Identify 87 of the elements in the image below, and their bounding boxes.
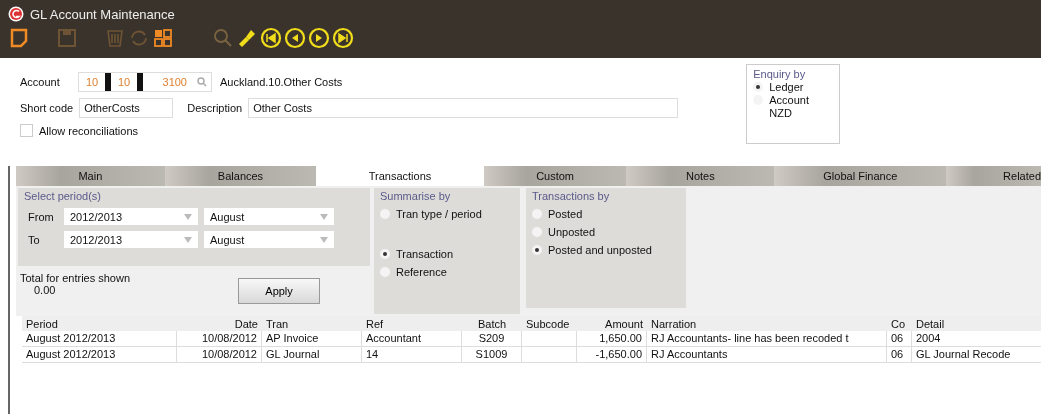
radio-button[interactable] — [532, 227, 542, 237]
group-title: Enquiry by — [753, 68, 807, 80]
last-record-icon[interactable] — [332, 27, 354, 49]
table-cell: S209 — [478, 332, 505, 344]
table-cell: 14 — [366, 348, 379, 360]
app-logo-icon — [8, 6, 24, 22]
radio-label: Unposted — [548, 226, 596, 238]
table-cell: 1,650.00 — [599, 332, 642, 344]
column-header[interactable]: Date — [177, 317, 262, 330]
account-label: Account — [20, 76, 61, 88]
column-header[interactable]: Batch — [462, 317, 522, 330]
table-cell: RJ Accountants- line has been recoded t — [651, 332, 849, 344]
radio-button[interactable] — [380, 249, 390, 259]
total-label: Total for entries shown — [20, 272, 131, 284]
column-header[interactable]: Tran — [262, 317, 362, 330]
month-dropdown[interactable]: August — [204, 231, 334, 248]
tab[interactable]: Related — [946, 166, 1041, 186]
group-title: Summarise by — [380, 190, 452, 202]
radio-button[interactable] — [380, 267, 390, 277]
tab[interactable]: Global Finance — [774, 166, 947, 186]
apply-button[interactable]: Apply — [238, 278, 321, 304]
column-header[interactable]: Ref — [362, 317, 462, 330]
window-title: GL Account Maintenance — [30, 6, 175, 22]
description-field[interactable]: Other Costs — [248, 98, 679, 118]
table-cell: S1009 — [475, 348, 508, 360]
dropdown-arrow-icon — [320, 213, 328, 220]
dropdown-arrow-icon — [184, 236, 192, 243]
radio-button[interactable] — [380, 209, 390, 219]
table-cell: August 2012/2013 — [26, 348, 116, 360]
table-cell: GL Journal Recode — [916, 348, 1011, 360]
table-cell: 2004 — [916, 332, 941, 344]
grid-icon[interactable] — [152, 27, 174, 49]
search-icon[interactable] — [197, 77, 207, 87]
column-header[interactable]: Amount — [577, 317, 647, 330]
tab[interactable]: Custom — [483, 166, 627, 186]
next-record-icon[interactable] — [308, 27, 330, 49]
short-code-label: Short code — [20, 102, 74, 114]
group-title: Select period(s) — [24, 190, 103, 202]
tab[interactable]: Notes — [626, 166, 775, 186]
year-dropdown[interactable]: 2012/2013 — [64, 208, 198, 225]
first-record-icon[interactable] — [260, 27, 282, 49]
table-cell: 06 — [891, 348, 904, 360]
short-code-field[interactable]: OtherCosts — [79, 98, 174, 118]
total-value: 0.00 — [33, 284, 57, 296]
radio-button[interactable] — [753, 82, 764, 92]
table-cell: 06 — [891, 332, 904, 344]
table-cell: Accountant — [366, 332, 422, 344]
month-dropdown[interactable]: August — [204, 208, 334, 225]
previous-record-icon[interactable] — [284, 27, 306, 49]
table-cell: -1,650.00 — [595, 348, 642, 360]
column-header[interactable]: Subcode — [522, 317, 577, 330]
radio-label: Posted and unposted — [548, 244, 652, 256]
allow-reconciliations-label: Allow reconciliations — [39, 124, 139, 137]
currency-label: NZD — [769, 107, 793, 119]
checkbox[interactable] — [20, 124, 33, 137]
tab[interactable]: Balances — [164, 166, 317, 186]
account-code-text: 10 — [84, 76, 100, 88]
account-code-text: 3100 — [161, 76, 187, 88]
table-cell: AP Invoice — [266, 332, 319, 344]
table-cell: 10/08/2012 — [201, 348, 257, 360]
radio-label: Tran type / period — [396, 208, 482, 220]
description-label: Description — [187, 102, 243, 114]
year-dropdown[interactable]: 2012/2013 — [64, 231, 198, 248]
table-cell: August 2012/2013 — [26, 332, 116, 344]
new-document-icon[interactable] — [8, 27, 30, 49]
radio-label: Transaction — [396, 248, 454, 260]
radio-label: Account — [769, 94, 809, 106]
account-code-text: 10 — [116, 76, 132, 88]
tab[interactable]: Main — [16, 166, 165, 186]
radio-label: Posted — [548, 208, 583, 220]
account-name: Auckland.10.Other Costs — [220, 76, 343, 88]
period-label: From — [27, 210, 55, 223]
radio-label: Ledger — [769, 81, 804, 93]
group-title: Transactions by — [532, 190, 611, 202]
radio-button[interactable] — [532, 245, 542, 255]
column-header[interactable]: Narration — [647, 317, 887, 330]
column-header[interactable]: Detail — [912, 317, 1041, 330]
column-header[interactable]: Co — [887, 317, 912, 330]
column-header[interactable]: Period — [22, 317, 177, 330]
table-cell: 10/08/2012 — [201, 332, 257, 344]
period-label: To — [27, 233, 41, 246]
dropdown-arrow-icon — [320, 236, 328, 243]
dropdown-arrow-icon — [184, 213, 192, 220]
table-cell: RJ Accountants — [651, 348, 728, 360]
radio-label: Reference — [396, 266, 447, 278]
table-cell: GL Journal — [266, 348, 320, 360]
radio-button[interactable] — [532, 209, 542, 219]
